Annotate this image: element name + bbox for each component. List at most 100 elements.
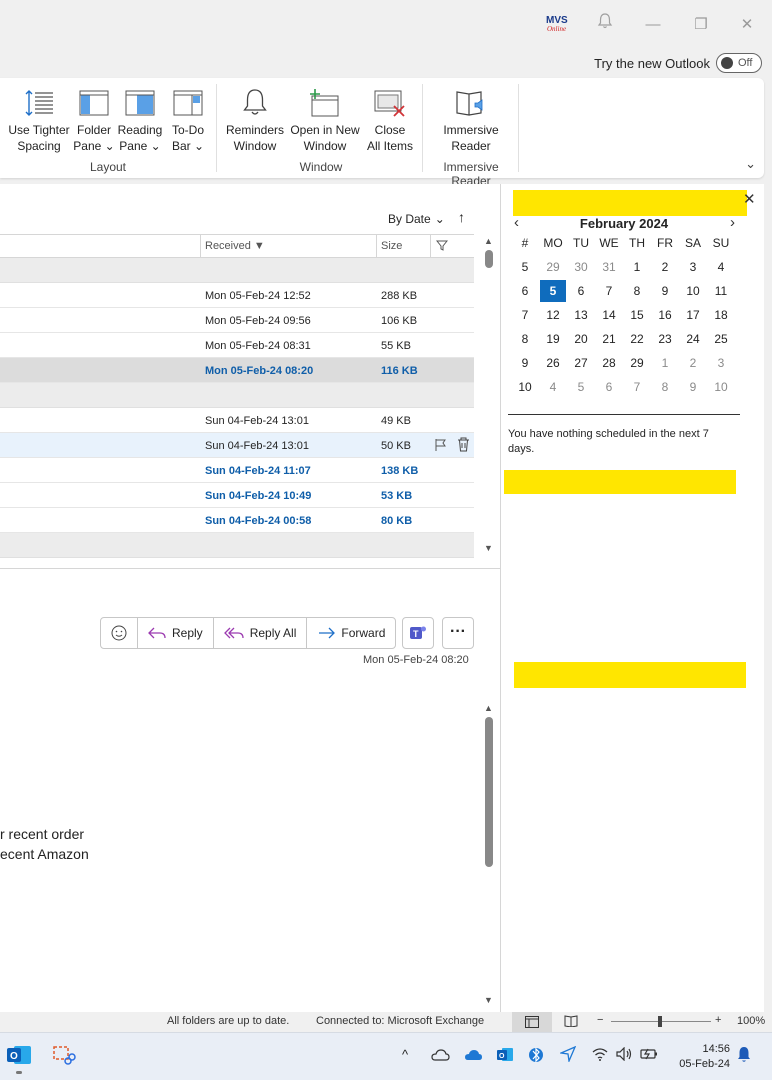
restore-button[interactable]: ❐ — [688, 12, 714, 38]
close-all-items-button[interactable]: Close All Items — [362, 84, 418, 154]
reply-all-button[interactable]: Reply All — [214, 618, 308, 648]
calendar-day[interactable]: 12 — [540, 304, 566, 326]
filter-icon[interactable] — [435, 239, 449, 254]
calendar-day[interactable]: 13 — [568, 304, 594, 326]
col-size-header[interactable]: Size — [381, 240, 402, 252]
calendar-day[interactable]: 6 — [596, 376, 622, 398]
new-outlook-toggle[interactable]: Off — [716, 53, 762, 73]
flag-icon[interactable] — [434, 438, 447, 455]
calendar-day-today[interactable]: 5 — [540, 280, 566, 302]
more-actions-button[interactable]: ··· — [442, 617, 474, 649]
calendar-day[interactable]: 30 — [568, 256, 594, 278]
calendar-day[interactable]: 21 — [596, 328, 622, 350]
table-row[interactable]: Sun 04-Feb-24 13:01 49 KB — [0, 408, 474, 433]
outlook-tray-icon[interactable]: O — [496, 1047, 514, 1066]
next-month-icon[interactable]: › — [730, 214, 735, 231]
volume-icon[interactable] — [616, 1046, 632, 1064]
calendar-day[interactable]: 31 — [596, 256, 622, 278]
teams-share-button[interactable]: T — [402, 617, 434, 649]
calendar-day[interactable]: 15 — [624, 304, 650, 326]
calendar-day[interactable]: 4 — [540, 376, 566, 398]
calendar-day[interactable]: 19 — [540, 328, 566, 350]
calendar-day[interactable]: 23 — [652, 328, 678, 350]
calendar-day[interactable]: 26 — [540, 352, 566, 374]
calendar-day[interactable]: 14 — [596, 304, 622, 326]
calendar-day[interactable]: 1 — [624, 256, 650, 278]
calendar-day[interactable]: 11 — [708, 280, 734, 302]
table-row-hover[interactable]: Sun 04-Feb-24 13:01 50 KB — [0, 433, 474, 458]
scroll-down-icon[interactable]: ▼ — [484, 543, 493, 553]
forward-button[interactable]: Forward — [307, 618, 395, 648]
zoom-out-button[interactable]: − — [597, 1014, 603, 1026]
table-row[interactable]: Mon 05-Feb-24 09:56 106 KB — [0, 308, 474, 333]
calendar-day[interactable]: 24 — [680, 328, 706, 350]
calendar-day[interactable]: 22 — [624, 328, 650, 350]
bell-icon[interactable] — [592, 12, 618, 38]
col-received-header[interactable]: Received ▼ — [205, 240, 265, 252]
battery-icon[interactable] — [640, 1047, 658, 1064]
table-row[interactable]: Sun 04-Feb-24 11:07 138 KB — [0, 458, 474, 483]
calendar-day[interactable]: 10 — [680, 280, 706, 302]
taskbar-clock[interactable]: 14:56 05-Feb-24 — [672, 1042, 730, 1072]
table-row[interactable]: Sun 04-Feb-24 10:49 53 KB — [0, 483, 474, 508]
calendar-day[interactable]: 27 — [568, 352, 594, 374]
scroll-up-icon[interactable]: ▲ — [484, 703, 493, 713]
table-row[interactable]: Mon 05-Feb-24 08:31 55 KB — [0, 333, 474, 358]
calendar-day[interactable]: 9 — [680, 376, 706, 398]
wifi-icon[interactable] — [592, 1047, 608, 1064]
location-icon[interactable] — [558, 1045, 577, 1065]
todo-bar-button[interactable]: To-Do Bar ⌄ — [166, 84, 210, 154]
scroll-up-icon[interactable]: ▲ — [484, 236, 493, 246]
zoom-slider-thumb[interactable] — [658, 1016, 662, 1027]
calendar-day[interactable]: 8 — [652, 376, 678, 398]
calendar-day[interactable]: 2 — [652, 256, 678, 278]
emoji-reaction-button[interactable] — [101, 618, 138, 648]
open-in-new-window-button[interactable]: Open in New Window — [288, 84, 362, 154]
onedrive-personal-icon[interactable] — [430, 1048, 450, 1065]
folder-pane-button[interactable]: Folder Pane ⌄ — [72, 84, 116, 154]
calendar-day[interactable]: 29 — [540, 256, 566, 278]
sort-by-dropdown[interactable]: By Date ⌄ — [388, 212, 445, 226]
table-row[interactable]: Mon 05-Feb-24 12:52 288 KB — [0, 283, 474, 308]
group-header-yesterday[interactable] — [0, 383, 474, 408]
zoom-in-button[interactable]: + — [715, 1014, 721, 1026]
reading-scrollbar-thumb[interactable] — [485, 717, 493, 867]
calendar-day[interactable]: 3 — [708, 352, 734, 374]
close-todo-bar-button[interactable]: ✕ — [743, 190, 756, 208]
reply-button[interactable]: Reply — [138, 618, 214, 648]
normal-view-button[interactable] — [512, 1012, 552, 1032]
delete-icon[interactable] — [457, 437, 470, 455]
reading-pane-button[interactable]: Reading Pane ⌄ — [116, 84, 164, 154]
calendar-day[interactable]: 8 — [624, 280, 650, 302]
outlook-taskbar-icon[interactable]: O — [6, 1043, 32, 1070]
calendar-day[interactable]: 18 — [708, 304, 734, 326]
calendar-day[interactable]: 2 — [680, 352, 706, 374]
use-tighter-spacing-button[interactable]: Use Tighter Spacing — [6, 84, 72, 154]
notification-bell-icon[interactable] — [736, 1046, 752, 1067]
list-scrollbar-thumb[interactable] — [485, 250, 493, 268]
calendar-day[interactable]: 4 — [708, 256, 734, 278]
scroll-down-icon[interactable]: ▼ — [484, 995, 493, 1005]
bluetooth-icon[interactable] — [529, 1045, 543, 1068]
close-window-button[interactable]: ✕ — [734, 12, 760, 38]
group-header-older[interactable] — [0, 533, 474, 558]
calendar-day[interactable]: 3 — [680, 256, 706, 278]
table-row[interactable]: Sun 04-Feb-24 00:58 80 KB — [0, 508, 474, 533]
ribbon-expand-icon[interactable]: ⌄ — [745, 156, 756, 172]
calendar-day[interactable]: 25 — [708, 328, 734, 350]
snipping-tool-icon[interactable] — [52, 1045, 76, 1070]
calendar-day[interactable]: 20 — [568, 328, 594, 350]
calendar-day[interactable]: 6 — [568, 280, 594, 302]
calendar-day[interactable]: 7 — [624, 376, 650, 398]
calendar-day[interactable]: 5 — [568, 376, 594, 398]
calendar-day[interactable]: 28 — [596, 352, 622, 374]
calendar-day[interactable]: 17 — [680, 304, 706, 326]
sort-direction-arrow-icon[interactable]: ↑ — [458, 209, 465, 225]
onedrive-business-icon[interactable] — [463, 1048, 483, 1065]
calendar-day[interactable]: 1 — [652, 352, 678, 374]
table-row-selected[interactable]: Mon 05-Feb-24 08:20 116 KB — [0, 358, 474, 383]
reading-view-button[interactable] — [564, 1015, 578, 1030]
calendar-day[interactable]: 16 — [652, 304, 678, 326]
group-header-today[interactable] — [0, 258, 474, 283]
reminders-window-button[interactable]: Reminders Window — [224, 84, 286, 154]
